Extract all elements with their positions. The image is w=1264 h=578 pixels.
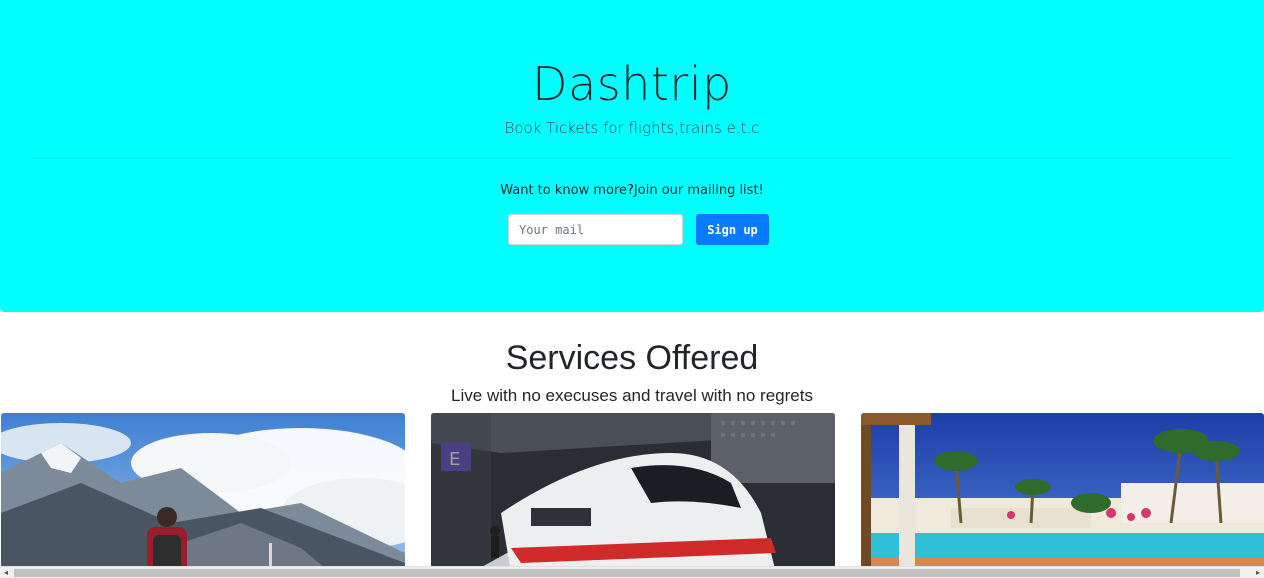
horizontal-scrollbar[interactable]: ◂ ▸ <box>0 566 1264 578</box>
hero-divider <box>32 158 1232 159</box>
service-card-hotels[interactable] <box>861 413 1264 573</box>
services-heading: Services Offered <box>505 339 759 377</box>
site-title: Dashtrip <box>532 57 732 111</box>
email-field[interactable] <box>508 214 683 245</box>
hero-jumbotron: Dashtrip Book Tickets for flights,trains… <box>0 0 1264 312</box>
scroll-left-icon[interactable]: ◂ <box>0 567 12 578</box>
mailing-list-prompt: Want to know more?Join our mailing list! <box>500 183 764 198</box>
service-card-trains[interactable]: E <box>431 413 835 573</box>
service-card-flights[interactable] <box>1 413 405 573</box>
resort-pool-image <box>861 413 1264 573</box>
scrollbar-thumb[interactable] <box>14 569 1240 577</box>
site-tagline: Book Tickets for flights,trains e.t.c <box>504 119 760 137</box>
high-speed-train-image: E <box>431 413 835 573</box>
services-subheading: Live with no execuses and travel with no… <box>451 386 813 405</box>
page: Dashtrip Book Tickets for flights,trains… <box>0 0 1264 578</box>
scroll-right-icon[interactable]: ▸ <box>1252 567 1264 578</box>
mountain-hiker-image <box>1 413 405 573</box>
signup-button[interactable]: Sign up <box>696 214 769 245</box>
